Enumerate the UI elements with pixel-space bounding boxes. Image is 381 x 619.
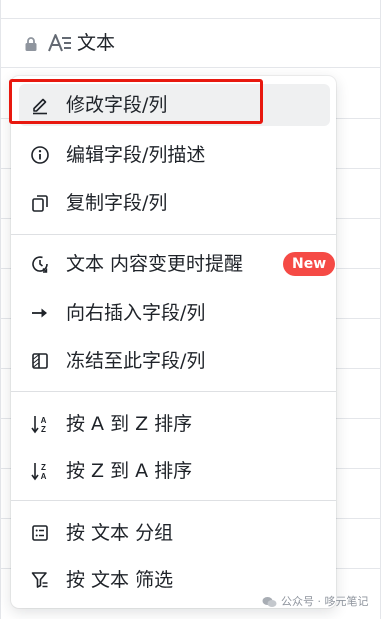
lock-icon — [25, 37, 37, 51]
menu-item-insert-right[interactable]: 向右插入字段/列 — [19, 292, 330, 334]
svg-text:A: A — [41, 472, 47, 481]
menu-item-label: 按 Z 到 A 排序 — [66, 460, 193, 482]
menu-item-label: 冻结至此字段/列 — [66, 350, 206, 372]
menu-item-change-reminder[interactable]: 文本 内容变更时提醒 New — [19, 243, 336, 285]
clock-refresh-icon — [32, 256, 48, 273]
menu-item-sort-a-z[interactable]: A Z 按 A 到 Z 排序 — [19, 403, 330, 445]
menu-divider — [11, 500, 336, 501]
menu-item-label: 按 A 到 Z 排序 — [66, 413, 193, 435]
menu-item-group-by[interactable]: 按 文本 分组 — [19, 512, 330, 554]
menu-item-edit-description[interactable]: 编辑字段/列描述 — [19, 134, 330, 176]
menu-divider — [11, 234, 336, 235]
grid-line — [0, 67, 381, 68]
new-badge: New — [283, 252, 336, 276]
menu-item-label: 向右插入字段/列 — [66, 302, 206, 324]
menu-item-freeze[interactable]: 冻结至此字段/列 — [19, 340, 330, 382]
menu-item-label: 编辑字段/列描述 — [66, 144, 206, 166]
menu-item-label: 按 文本 分组 — [66, 522, 174, 544]
arrow-right-icon — [32, 308, 47, 318]
watermark: 公众号 · 哆元笔记 — [262, 594, 369, 610]
menu-item-label: 按 文本 筛选 — [66, 569, 174, 591]
column-name: 文本 — [77, 32, 116, 54]
wechat-icon — [262, 597, 277, 607]
info-icon — [31, 146, 49, 164]
sort-z-a-icon: Z A — [31, 463, 47, 481]
text-type-icon — [48, 34, 71, 52]
group-list-icon — [32, 525, 48, 541]
column-context-menu: 修改字段/列 编辑字段/列描述 复制字段/列 文本 内容变更时提醒 New 向右… — [11, 76, 336, 608]
filter-icon — [31, 572, 48, 588]
grid-vline — [0, 0, 1, 619]
copy-icon — [32, 195, 48, 212]
annotation-highlight-box — [9, 79, 263, 124]
menu-item-label: 复制字段/列 — [66, 192, 168, 214]
menu-item-copy-field[interactable]: 复制字段/列 — [19, 182, 330, 224]
column-header[interactable]: 文本 — [0, 19, 381, 67]
freeze-column-icon — [32, 353, 48, 369]
sort-a-z-icon: A Z — [31, 416, 47, 434]
svg-text:A: A — [41, 416, 47, 425]
menu-divider — [11, 391, 336, 392]
svg-text:Z: Z — [41, 463, 46, 472]
svg-text:Z: Z — [41, 425, 46, 434]
menu-item-label: 文本 内容变更时提醒 — [66, 253, 244, 275]
watermark-text: 公众号 · 哆元笔记 — [281, 595, 369, 608]
menu-item-sort-z-a[interactable]: Z A 按 Z 到 A 排序 — [19, 450, 330, 492]
